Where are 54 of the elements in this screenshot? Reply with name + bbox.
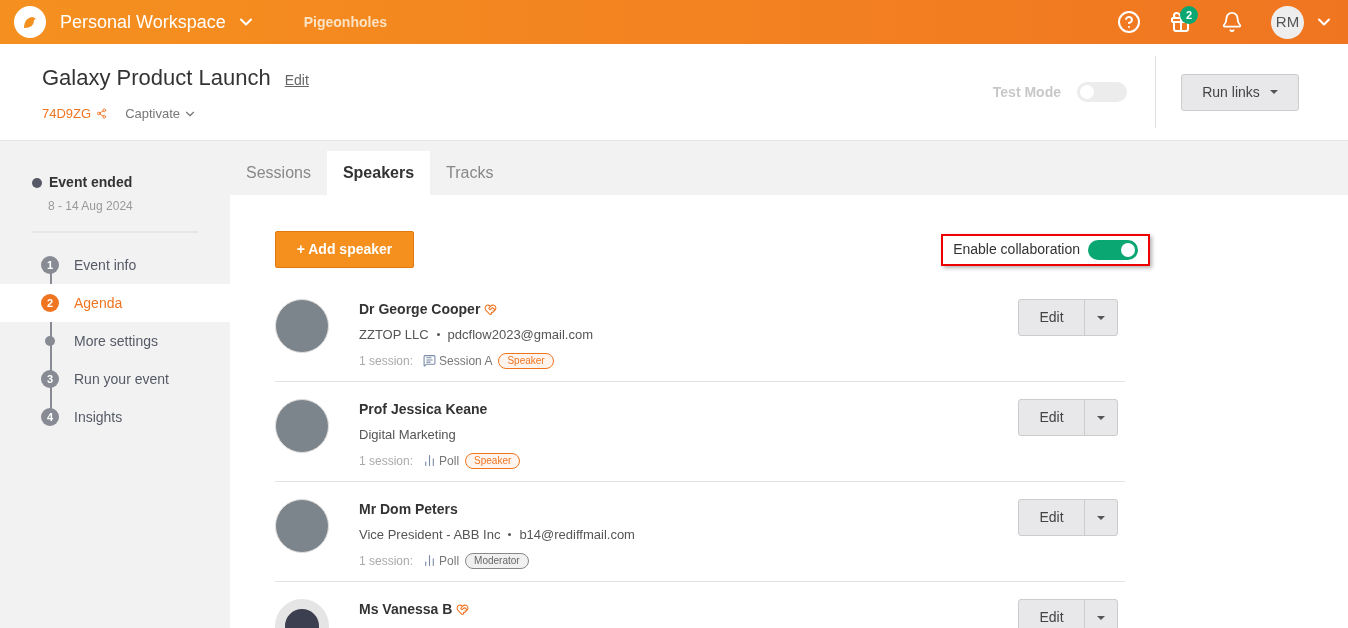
photo-placeholder	[275, 499, 329, 553]
step-label: More settings	[74, 331, 159, 351]
collaboration-label: Enable collaboration	[953, 240, 1080, 259]
speaker-name: Ms Vanessa B	[359, 600, 453, 619]
step-item[interactable]: 1 Event info	[0, 246, 230, 284]
user-avatar[interactable]: RM	[1271, 5, 1304, 39]
speaker-detail: pdcflow2023@gmail.com	[447, 326, 594, 344]
step-label: Run your event	[74, 369, 169, 389]
tab[interactable]: Speakers	[326, 151, 431, 195]
tab[interactable]: Tracks	[430, 151, 510, 195]
plan-dropdown[interactable]: Captivate	[125, 103, 198, 124]
status-label: Event ended	[49, 173, 133, 192]
step-item[interactable]: 4 Insights	[0, 398, 230, 436]
session-link[interactable]: Poll	[439, 451, 460, 470]
step-number: 2	[41, 294, 59, 312]
step-label: Insights	[74, 407, 123, 427]
notification-badge: 2	[1180, 6, 1198, 24]
speaker-detail: ZZTOP LLC	[359, 326, 429, 344]
toggle-switch[interactable]	[1088, 239, 1138, 260]
speaker-name: Dr George Cooper	[359, 300, 481, 319]
photo-placeholder	[275, 399, 329, 453]
step-label: Agenda	[74, 293, 123, 313]
speaker-detail: Digital Marketing	[359, 426, 456, 444]
role-tag: Speaker	[465, 452, 521, 469]
session-link[interactable]: Session A	[439, 351, 493, 370]
edit-link[interactable]: Edit	[284, 69, 309, 91]
step-number: 3	[41, 370, 59, 388]
step-number: 4	[41, 408, 59, 426]
event-code: 74D9ZG	[42, 104, 92, 123]
sessions-count: 1 session:	[359, 452, 414, 470]
help-icon[interactable]	[1117, 10, 1141, 34]
speaker-name: Prof Jessica Keane	[359, 400, 488, 419]
step-number: 1	[41, 256, 59, 274]
bell-icon[interactable]	[1221, 11, 1243, 33]
chat-icon	[423, 354, 437, 367]
photo-placeholder	[275, 299, 329, 353]
poll-icon	[423, 454, 437, 467]
tab[interactable]: Sessions	[230, 151, 327, 195]
share-icon[interactable]	[96, 108, 108, 119]
session-link[interactable]: Poll	[439, 551, 460, 570]
role-tag: Moderator	[465, 552, 529, 569]
sessions-count: 1 session:	[359, 552, 414, 570]
sessions-count: 1 session:	[359, 352, 414, 370]
step-item[interactable]: More settings	[0, 322, 230, 360]
speaker-detail: b14@rediffmail.com	[519, 526, 635, 544]
speaker-name: Mr Dom Peters	[359, 500, 458, 519]
event-dates: 8 - 14 Aug 2024	[48, 198, 134, 215]
role-tag: Speaker	[498, 352, 554, 369]
poll-icon	[423, 554, 437, 567]
step-item[interactable]: 3 Run your event	[0, 360, 230, 398]
step-label: Event info	[74, 255, 137, 275]
event-title: Galaxy Product Launch	[42, 63, 271, 92]
speaker-detail: Vice President - ABB Inc	[359, 526, 501, 544]
run-links-button[interactable]: Run links	[1181, 73, 1299, 111]
